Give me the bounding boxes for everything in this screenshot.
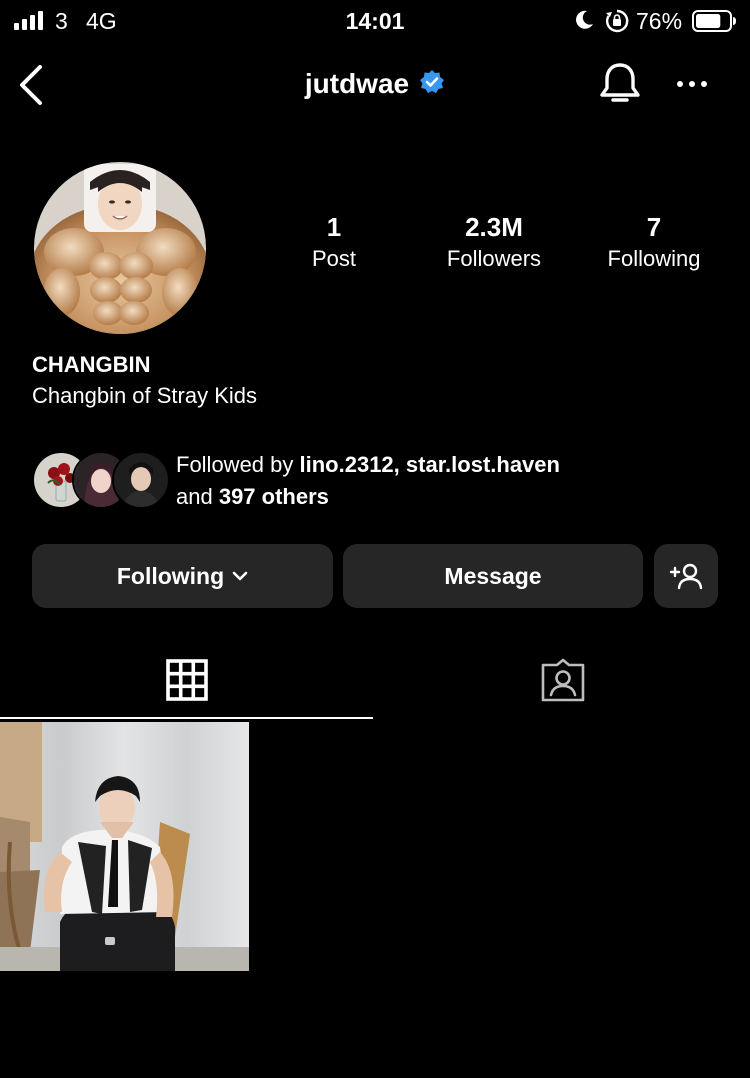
battery-percent: 76% [636,8,683,34]
message-button-label: Message [444,562,542,589]
grid-icon [165,659,208,701]
username: jutdwae [304,68,410,99]
mutual-followers-avatars[interactable] [32,451,170,509]
tab-posts-grid[interactable] [0,640,373,720]
mutual-username[interactable]: star.lost.haven [406,452,560,477]
followed-by-and: and [176,484,219,509]
separator: , [393,452,406,477]
post-thumbnail[interactable] [0,722,249,971]
others-count[interactable]: 397 others [219,484,329,509]
followed-by-text[interactable]: Followed by lino.2312, star.lost.haven a… [176,449,560,513]
suggested-users-button[interactable] [654,544,718,608]
status-bar: 3 4G 14:01 76% [0,0,750,44]
tagged-icon [541,658,584,702]
following-button[interactable]: Following [32,544,333,608]
stat-label: Post [311,246,357,271]
profile-name: CHANGBIN [32,352,151,377]
stat-value: 7 [646,212,662,242]
notifications-button[interactable] [598,61,642,112]
following-button-label: Following [116,562,225,589]
followed-by-prefix: Followed by [176,452,300,477]
stat-followers[interactable]: 2.3M Followers [414,212,574,276]
more-icon [677,81,683,87]
profile-avatar[interactable] [34,162,206,334]
stat-following[interactable]: 7 Following [574,212,734,276]
battery-icon [692,10,736,32]
stat-value: 2.3M [465,212,523,242]
bell-icon [600,63,640,102]
do-not-disturb-icon [573,8,595,38]
stat-label: Followers [446,246,542,271]
stat-value: 1 [326,212,342,242]
avatar [112,451,170,509]
mutual-username[interactable]: lino.2312 [300,452,394,477]
verified-badge-icon [419,69,445,100]
more-options-button[interactable] [677,81,707,87]
chevron-down-icon [232,571,248,581]
profile-bio: Changbin of Stray Kids [32,383,258,408]
stat-label: Following [607,246,701,271]
add-person-icon [669,563,703,590]
rotation-lock-icon [604,8,630,40]
active-tab-indicator [0,717,373,719]
tab-tagged[interactable] [375,640,750,720]
message-button[interactable]: Message [343,544,643,608]
stat-posts[interactable]: 1 Post [254,212,414,276]
